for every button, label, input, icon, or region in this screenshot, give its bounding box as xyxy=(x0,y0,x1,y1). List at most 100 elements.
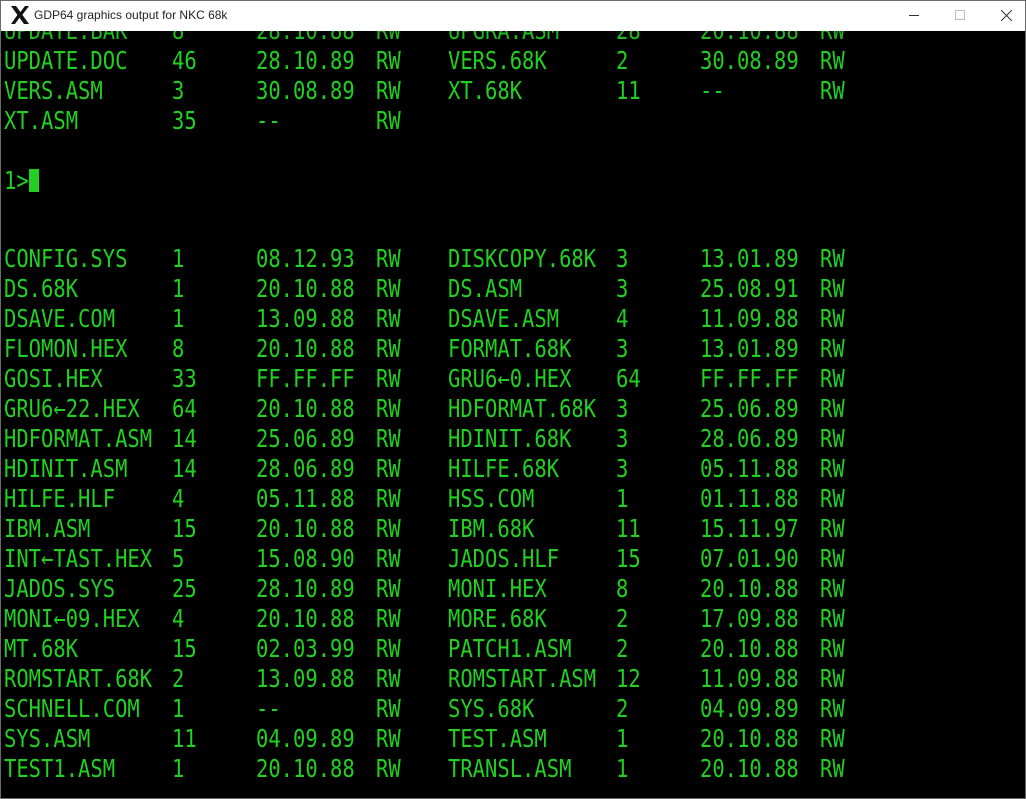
file-size: 35 xyxy=(172,106,197,135)
file-name: ROMSTART.ASM xyxy=(448,664,597,693)
file-name: PATCH1.ASM xyxy=(448,634,572,663)
file-date: -- xyxy=(700,76,725,105)
text-cursor xyxy=(29,169,39,192)
listing-row: MONI←09.HEX 4 20.10.88 RW MORE.68K 2 17.09.88 R… xyxy=(1,604,1025,634)
file-attrs: RW xyxy=(820,754,845,783)
file-size: 14 xyxy=(172,424,197,453)
file-name: DS.68K xyxy=(4,274,79,303)
file-size: 1 xyxy=(172,304,185,333)
file-size: 11 xyxy=(616,76,641,105)
listing-row: ROMSTART.68K 2 13.09.88 RW ROMSTART.ASM 12 11.… xyxy=(1,664,1025,694)
file-attrs: RW xyxy=(376,76,401,105)
file-name: CONFIG.SYS xyxy=(4,244,128,273)
file-name: TEST1.ASM xyxy=(4,754,116,783)
file-date: FF.FF.FF xyxy=(700,364,799,393)
file-size: 4 xyxy=(616,304,629,333)
file-name: GRU6←22.HEX xyxy=(4,394,140,423)
file-date: 20.10.88 xyxy=(700,724,799,753)
file-size: 4 xyxy=(172,604,185,633)
file-attrs: RW xyxy=(820,304,845,333)
file-attrs: RW xyxy=(820,46,845,75)
file-name: DSAVE.ASM xyxy=(448,304,560,333)
file-date: 08.12.93 xyxy=(256,244,355,273)
file-date: 05.11.88 xyxy=(700,454,799,483)
file-date: 20.10.88 xyxy=(256,754,355,783)
file-size: 3 xyxy=(172,76,185,105)
file-date: 20.10.88 xyxy=(700,574,799,603)
file-date: 30.08.89 xyxy=(256,76,355,105)
file-date: 20.10.88 xyxy=(256,514,355,543)
file-name: FLOMON.HEX xyxy=(4,334,128,363)
file-size: 15 xyxy=(172,634,197,663)
file-name: HDFORMAT.68K xyxy=(448,394,597,423)
file-attrs: RW xyxy=(376,304,401,333)
listing-row: MT.68K 15 02.03.99 RW PATCH1.ASM 2 20.10.88 RW xyxy=(1,634,1025,664)
file-date: 02.03.99 xyxy=(256,634,355,663)
file-size: 3 xyxy=(616,424,629,453)
file-attrs: RW xyxy=(820,724,845,753)
listing-row: HILFE.HLF 4 05.11.88 RW HSS.COM 1 01.11.88 RW xyxy=(1,484,1025,514)
file-attrs: RW xyxy=(376,694,401,723)
file-attrs: RW xyxy=(376,514,401,543)
file-date: 13.01.89 xyxy=(700,244,799,273)
terminal-screen[interactable]: UPDATE.BAK 8 28.10.88 RW UPGRA.ASM 28 20… xyxy=(1,31,1025,798)
file-name: HSS.COM xyxy=(448,484,535,513)
file-attrs: RW xyxy=(376,544,401,573)
file-date: 13.01.89 xyxy=(700,334,799,363)
file-attrs: RW xyxy=(820,454,845,483)
listing-row: INT←TAST.HEX 5 15.08.90 RW JADOS.HLF 15 07.01.… xyxy=(1,544,1025,574)
file-date: 15.08.90 xyxy=(256,544,355,573)
file-date: 20.10.88 xyxy=(256,274,355,303)
file-size: 3 xyxy=(616,334,629,363)
file-attrs: RW xyxy=(376,46,401,75)
file-attrs: RW xyxy=(376,484,401,513)
file-date: FF.FF.FF xyxy=(256,364,355,393)
file-date: 28.06.89 xyxy=(256,454,355,483)
file-date: 17.09.88 xyxy=(700,604,799,633)
file-name: IBM.ASM xyxy=(4,514,91,543)
file-name: XT.68K xyxy=(448,76,523,105)
file-date: 25.06.89 xyxy=(700,394,799,423)
minimize-button[interactable] xyxy=(891,1,937,31)
file-size: 3 xyxy=(616,244,629,273)
file-attrs: RW xyxy=(376,574,401,603)
file-name: SYS.ASM xyxy=(4,724,91,753)
file-size: 15 xyxy=(616,544,641,573)
file-size: 1 xyxy=(616,724,629,753)
listing-row: GRU6←22.HEX 64 20.10.88 RW HDFORMAT.68K 3 25.0… xyxy=(1,394,1025,424)
title-bar[interactable]: GDP64 graphics output for NKC 68k xyxy=(1,1,1025,31)
close-button[interactable] xyxy=(983,1,1025,31)
file-date: -- xyxy=(256,694,281,723)
file-date: 13.09.88 xyxy=(256,664,355,693)
file-attrs: RW xyxy=(376,634,401,663)
file-attrs: RW xyxy=(376,754,401,783)
file-date: 01.11.88 xyxy=(700,484,799,513)
file-attrs: RW xyxy=(376,424,401,453)
file-name: DS.ASM xyxy=(448,274,523,303)
file-name: TRANSL.ASM xyxy=(448,754,572,783)
maximize-button[interactable] xyxy=(937,1,983,31)
file-attrs: RW xyxy=(820,274,845,303)
listing-row: SCHNELL.COM 1 -- RW SYS.68K 2 04.09.89 RW xyxy=(1,694,1025,724)
file-name: JADOS.HLF xyxy=(448,544,560,573)
file-attrs: RW xyxy=(820,244,845,273)
file-name: HDFORMAT.ASM xyxy=(4,424,153,453)
listing-row: CONFIG.SYS 1 08.12.93 RW DISKCOPY.68K 3 13.01.… xyxy=(1,244,1025,274)
file-attrs: RW xyxy=(820,334,845,363)
command-prompt-line[interactable]: 1> xyxy=(1,166,1025,196)
file-attrs: RW xyxy=(820,574,845,603)
file-attrs: RW xyxy=(820,484,845,513)
file-size: 1 xyxy=(616,484,629,513)
file-name: JADOS.SYS xyxy=(4,574,116,603)
file-date: 20.10.88 xyxy=(700,754,799,783)
file-size: 2 xyxy=(172,664,185,693)
file-date: 20.10.88 xyxy=(256,334,355,363)
file-date: 28.06.89 xyxy=(700,424,799,453)
listing-row: TEST1.ASM 1 20.10.88 RW TRANSL.ASM 1 20.10.88 R… xyxy=(1,754,1025,784)
file-size: 2 xyxy=(616,634,629,663)
listing-row: XT.ASM 35 -- RW xyxy=(1,106,1025,136)
file-name: MONI.HEX xyxy=(448,574,547,603)
file-name: SYS.68K xyxy=(448,694,535,723)
x-app-icon xyxy=(10,5,30,25)
file-name: FORMAT.68K xyxy=(448,334,572,363)
